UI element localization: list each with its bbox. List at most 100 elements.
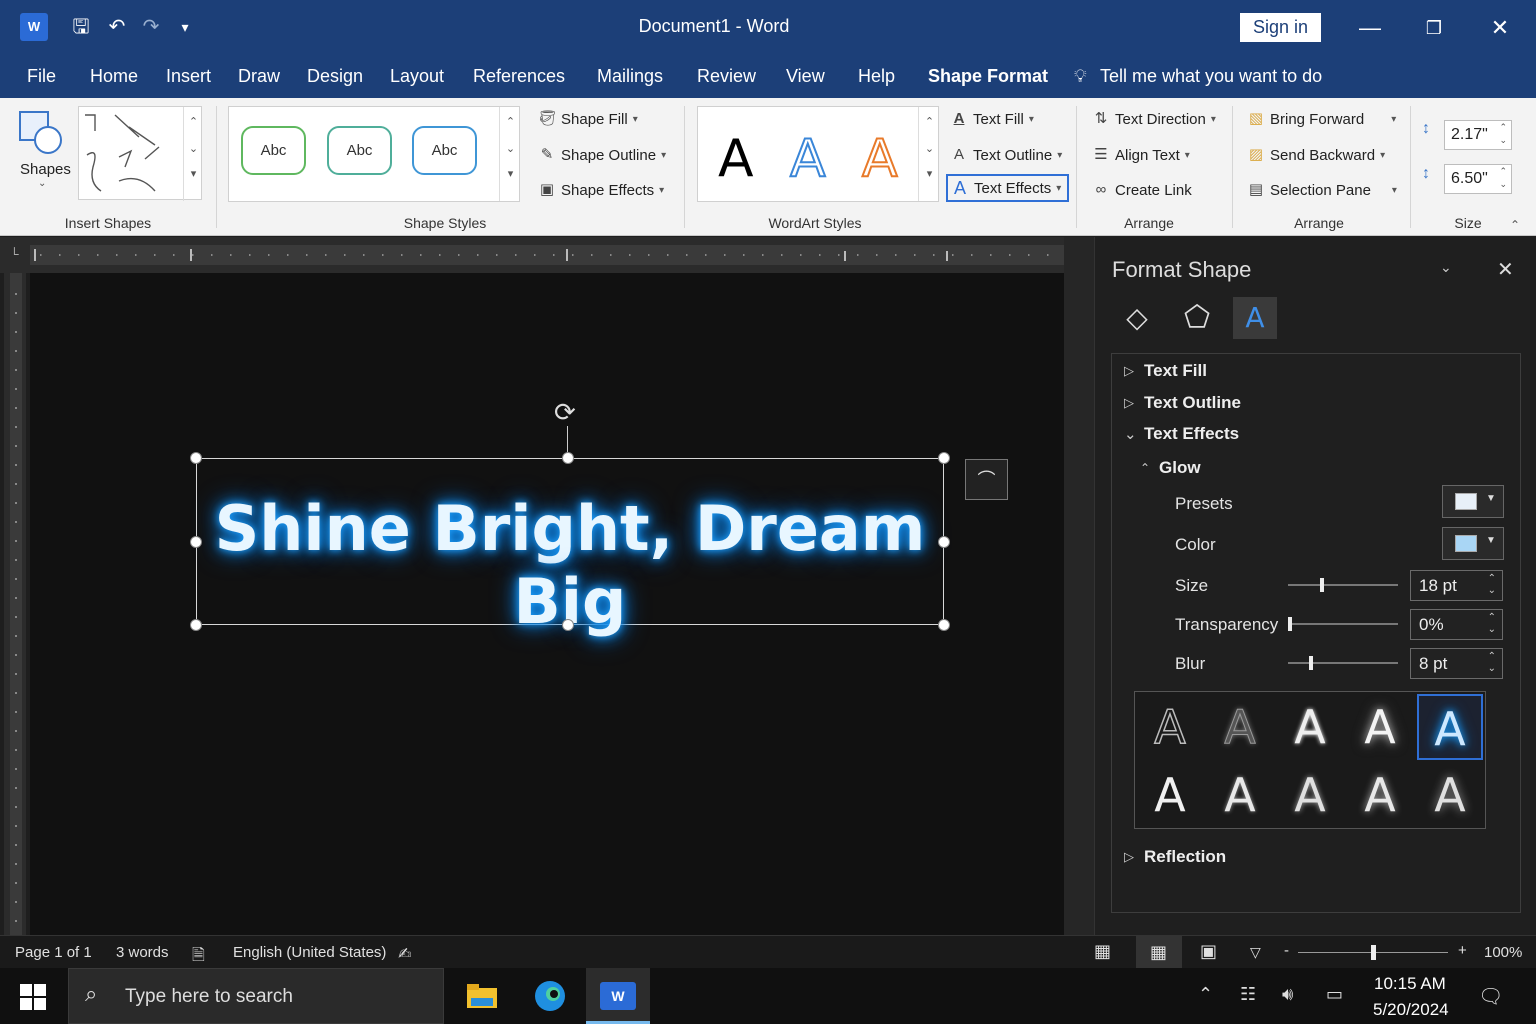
zoom-in-icon[interactable]: + — [1458, 942, 1467, 959]
shape-fill-button[interactable]: 🪣︎ Shape Fill ▾ — [538, 110, 638, 128]
glow-variation-item[interactable]: A — [1207, 694, 1273, 760]
zoom-slider-thumb[interactable] — [1370, 945, 1376, 960]
word-count[interactable]: 3 words — [116, 944, 169, 961]
shape-styles-scroll[interactable]: ⌃ ⌄ ▾ — [499, 107, 521, 201]
shapes-button[interactable]: Shapes ⌄ — [14, 108, 72, 198]
glow-variation-item[interactable]: A — [1417, 694, 1483, 760]
wordart-gallery[interactable]: A A A ⌃ ⌄ ▾ — [697, 106, 939, 202]
selection-pane-button[interactable]: ▤ Selection Pane ▾ — [1247, 181, 1397, 199]
zoom-slider[interactable] — [1298, 945, 1448, 960]
shape-style-blue[interactable]: Abc — [412, 126, 477, 175]
insert-shapes-gallery[interactable]: ⌃ ⌄ ▾ — [78, 106, 203, 201]
wordart-style-orange-outline[interactable]: A — [861, 128, 899, 190]
text-options-icon[interactable]: A — [1233, 297, 1277, 339]
taskbar-search[interactable]: ⌕ Type here to search — [68, 968, 444, 1024]
rotate-handle-icon[interactable]: ⟳ — [554, 397, 576, 428]
glow-variation-item[interactable]: A — [1277, 694, 1343, 760]
wordart-scroll[interactable]: ⌃ ⌄ ▾ — [918, 107, 940, 201]
tab-insert[interactable]: Insert — [166, 66, 211, 87]
tab-file[interactable]: File — [27, 66, 56, 87]
blur-slider[interactable] — [1288, 656, 1398, 670]
transparency-slider-thumb[interactable] — [1288, 617, 1292, 631]
glow-variation-item[interactable]: A — [1137, 762, 1203, 828]
vertical-ruler[interactable] — [4, 273, 26, 935]
color-picker[interactable]: ▼ — [1442, 527, 1504, 560]
glow-variations-gallery[interactable]: AAAAAAAAAA — [1134, 691, 1486, 829]
align-text-button[interactable]: ☰ Align Text ▾ — [1092, 146, 1190, 164]
shape-style-teal[interactable]: Abc — [327, 126, 392, 175]
glow-variation-item[interactable]: A — [1137, 694, 1203, 760]
size-spinner[interactable]: 18 pt ⌃ ⌄ — [1410, 570, 1503, 601]
windows-start-icon[interactable] — [20, 984, 46, 1015]
section-text-effects[interactable]: Text Effects — [1144, 424, 1239, 444]
shape-styles-gallery[interactable]: Abc Abc Abc ⌃ ⌄ ▾ — [228, 106, 520, 202]
clock-date[interactable]: 5/20/2024 — [1373, 1000, 1449, 1020]
tab-draw[interactable]: Draw — [238, 66, 280, 87]
section-text-outline[interactable]: Text Outline — [1144, 393, 1241, 413]
glow-variation-item[interactable]: A — [1417, 762, 1483, 828]
tab-design[interactable]: Design — [307, 66, 363, 87]
presets-picker[interactable]: ▼ — [1442, 485, 1504, 518]
height-input[interactable]: 2.17" ⌃ ⌄ — [1444, 120, 1512, 150]
fill-line-icon[interactable]: ◇ — [1115, 297, 1159, 339]
text-outline-button[interactable]: A Text Outline ▾ — [950, 146, 1062, 164]
file-explorer-icon[interactable] — [450, 968, 514, 1024]
tab-home[interactable]: Home — [90, 66, 138, 87]
tab-references[interactable]: References — [473, 66, 565, 87]
create-link-button[interactable]: ∞ Create Link — [1092, 181, 1192, 199]
gallery-scroll[interactable]: ⌃ ⌄ ▾ — [183, 107, 203, 201]
collapse-ribbon-icon[interactable]: ⌃ — [1510, 218, 1520, 232]
shape-outline-button[interactable]: ✎ Shape Outline ▾ — [538, 146, 666, 164]
word-taskbar-icon[interactable]: W — [586, 968, 650, 1024]
zoom-dropdown-icon[interactable]: ▽ — [1250, 944, 1261, 961]
close-icon[interactable]: ✕ — [1480, 12, 1520, 44]
section-reflection[interactable]: Reflection — [1144, 847, 1226, 867]
shape-effects-icon[interactable]: ⬠ — [1175, 297, 1219, 339]
width-input[interactable]: 6.50" ⌃ ⌄ — [1444, 164, 1512, 194]
bring-forward-button[interactable]: ▧ Bring Forward ▾ — [1247, 110, 1396, 128]
glow-variation-item[interactable]: A — [1347, 762, 1413, 828]
transparency-slider[interactable] — [1288, 617, 1398, 631]
glow-variation-item[interactable]: A — [1207, 762, 1273, 828]
text-fill-button[interactable]: A Text Fill ▾ — [950, 110, 1034, 128]
tab-selector-icon[interactable]: └ — [10, 247, 19, 261]
tab-shape-format[interactable]: Shape Format — [928, 66, 1048, 87]
blur-spinner[interactable]: 8 pt ⌃ ⌄ — [1410, 648, 1503, 679]
tab-mailings[interactable]: Mailings — [597, 66, 663, 87]
glow-variation-item[interactable]: A — [1347, 694, 1413, 760]
section-text-fill[interactable]: Text Fill — [1144, 361, 1207, 381]
accessibility-icon[interactable]: ✍︎ — [398, 944, 411, 964]
tab-help[interactable]: Help — [858, 66, 895, 87]
spinner-arrows-icon[interactable]: ⌃ ⌄ — [1488, 651, 1496, 675]
spinner-arrows-icon[interactable]: ⌃ ⌄ — [1488, 612, 1496, 636]
page-count[interactable]: Page 1 of 1 — [15, 944, 92, 961]
print-layout-button[interactable]: ▦ — [1136, 936, 1182, 969]
zoom-level[interactable]: 100% — [1484, 944, 1522, 961]
tab-review[interactable]: Review — [697, 66, 756, 87]
size-slider-thumb[interactable] — [1319, 578, 1324, 592]
web-layout-icon[interactable]: ▣ — [1200, 941, 1217, 962]
glow-variation-item[interactable]: A — [1277, 762, 1343, 828]
wordart-style-black[interactable]: A — [718, 129, 754, 189]
language-indicator[interactable]: English (United States) — [233, 944, 386, 961]
pane-close-icon[interactable]: ✕ — [1497, 257, 1514, 282]
blur-slider-thumb[interactable] — [1309, 656, 1314, 670]
send-backward-button[interactable]: ▨ Send Backward ▾ — [1247, 146, 1385, 164]
spinner-arrows-icon[interactable]: ⌃ ⌄ — [1488, 573, 1496, 597]
clock-time[interactable]: 10:15 AM — [1374, 974, 1446, 994]
transparency-spinner[interactable]: 0% ⌃ ⌄ — [1410, 609, 1503, 640]
shape-effects-button[interactable]: ▣ Shape Effects ▾ — [538, 181, 664, 199]
tell-me-search[interactable]: Tell me what you want to do — [1100, 66, 1322, 87]
subsection-glow[interactable]: Glow — [1159, 458, 1201, 478]
edge-icon[interactable] — [518, 968, 582, 1024]
notification-icon[interactable]: 🗨︎ — [1478, 984, 1503, 1009]
text-effects-button[interactable]: A Text Effects ▾ — [946, 174, 1070, 202]
sign-in-button[interactable]: Sign in — [1240, 13, 1321, 42]
tab-layout[interactable]: Layout — [390, 66, 444, 87]
wordart-style-blue-outline[interactable]: A — [789, 128, 827, 190]
pane-options-chevron-icon[interactable]: ⌄ — [1440, 259, 1452, 276]
size-slider[interactable] — [1288, 578, 1398, 592]
minimize-icon[interactable]: — — [1350, 12, 1390, 44]
text-direction-button[interactable]: ⇅ Text Direction ▾ — [1092, 110, 1216, 128]
tab-view[interactable]: View — [786, 66, 825, 87]
